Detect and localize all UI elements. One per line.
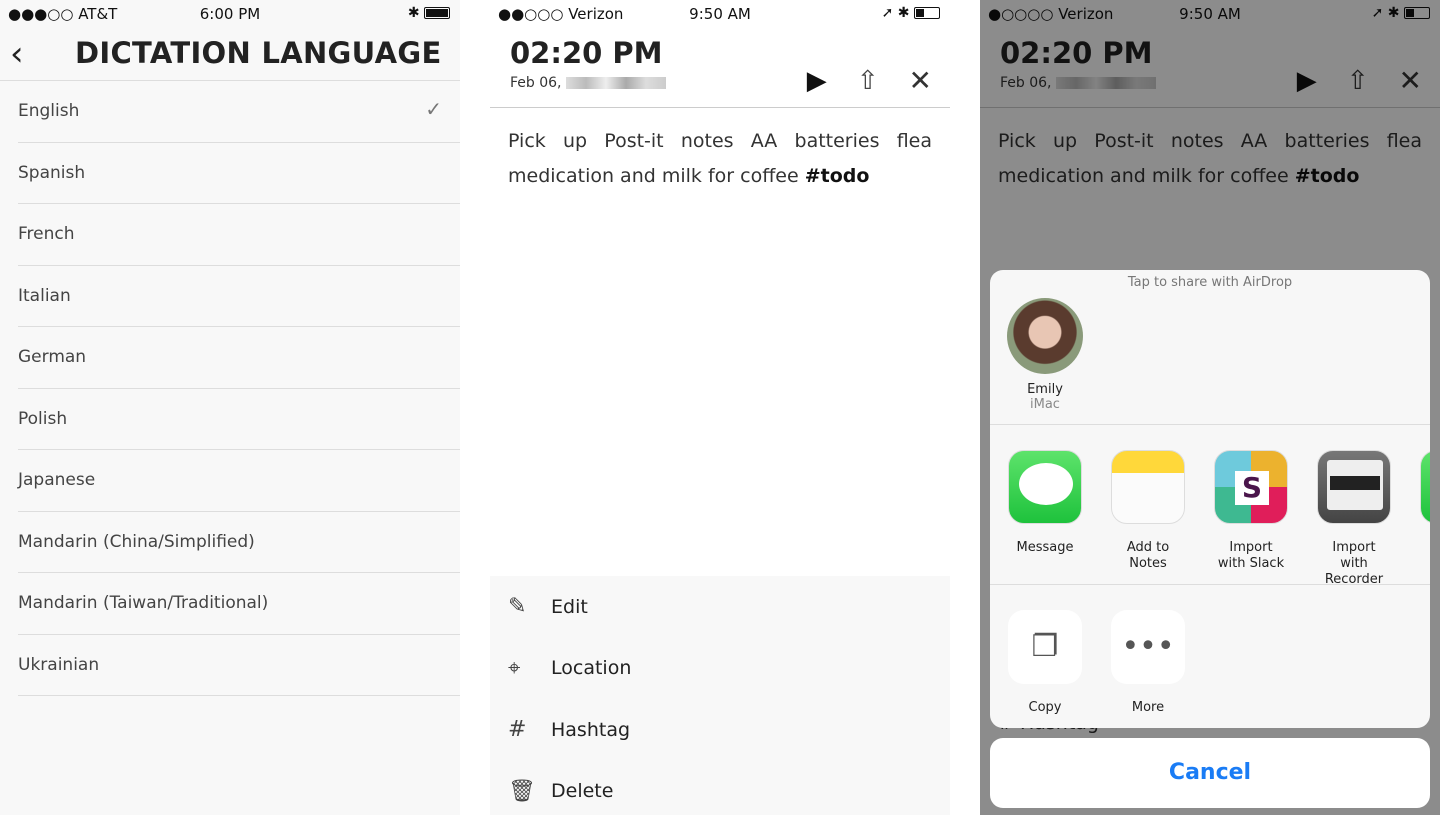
trash-icon: 🗑 (508, 778, 536, 804)
language-item[interactable]: Polish (18, 389, 460, 450)
action-label: More (1131, 700, 1165, 715)
action-menu: ✎ Edit ⌖ Location # Hashtag 🗑 Delete (490, 576, 950, 815)
menu-item-delete[interactable]: 🗑 Delete (490, 761, 950, 815)
share-app-1[interactable]: Add to Notes (1111, 450, 1185, 588)
language-label: Spanish (18, 162, 86, 183)
date-text: Feb 06, (510, 75, 562, 91)
menu-label: Location (551, 657, 632, 680)
cancel-button[interactable]: Cancel (990, 738, 1430, 808)
app-label: Message (1016, 540, 1074, 555)
language-label: Japanese (18, 470, 96, 490)
language-label: French (18, 224, 75, 244)
status-bar: ●●●○○ AT&T 6:00 PM ✱ (0, 0, 460, 28)
avatar (1007, 298, 1083, 374)
app-icon (1111, 450, 1185, 524)
menu-label: Edit (551, 595, 588, 618)
share-app-4[interactable]: Im… (1420, 450, 1430, 588)
note-text[interactable]: Pick up Post-it notes AA batteries flea … (490, 108, 950, 210)
language-label: German (18, 347, 87, 367)
status-bar: ●●○○○ Verizon 9:50 AM ➚ ✱ (490, 0, 950, 28)
language-label: Mandarin (China/Simplified) (18, 531, 255, 552)
page-title: DICTATION LANGUAGE (75, 36, 442, 70)
action-more[interactable]: ••• More (1111, 610, 1185, 716)
share-sheet-screen: ●○○○○ Verizon 9:50 AM ➚ ✱ 02:20 PM Feb 0… (980, 0, 1440, 815)
back-button[interactable]: ‹ (10, 34, 24, 74)
language-item[interactable]: Mandarin (Taiwan/Traditional) (18, 573, 460, 635)
app-label: Import with Recorder (1324, 540, 1384, 587)
pencil-icon: ✎ (508, 594, 527, 620)
language-label: Mandarin (Taiwan/Traditional) (18, 593, 269, 613)
app-icon (1317, 450, 1391, 524)
language-item[interactable]: Ukrainian (18, 635, 460, 696)
airdrop-person[interactable]: Emily iMac (1006, 298, 1084, 412)
share-app-2[interactable]: S Import with Slack (1214, 450, 1288, 588)
person-device: iMac (1030, 397, 1060, 412)
action-copy[interactable]: ❐ Copy (1008, 610, 1082, 716)
copy-icon: ❐ (1008, 610, 1082, 684)
app-icon (1420, 450, 1430, 524)
redacted-year (565, 77, 666, 89)
divider (990, 584, 1430, 585)
language-label: English (18, 101, 80, 121)
menu-item-edit[interactable]: ✎ Edit (490, 576, 950, 638)
note-time: 02:20 PM (510, 36, 663, 70)
note-detail-screen: ●●○○○ Verizon 9:50 AM ➚ ✱ 02:20 PM Feb 0… (490, 0, 950, 815)
note-header: 02:20 PM Feb 06, ▶ ⇧ ✕ (490, 28, 950, 108)
hashtag-icon: # (508, 717, 527, 743)
play-icon[interactable]: ▶ (807, 66, 827, 96)
dictation-language-screen: ●●●○○ AT&T 6:00 PM ✱ ‹ DICTATION LANGUAG… (0, 0, 460, 815)
battery-icon: ✱ (408, 5, 450, 21)
hashtag[interactable]: #todo (805, 165, 870, 187)
note-date: Feb 06, (510, 75, 666, 91)
menu-label: Delete (551, 780, 614, 803)
close-icon[interactable]: ✕ (909, 64, 932, 97)
language-label: Italian (18, 285, 71, 306)
app-icon: S (1214, 450, 1288, 524)
more-icon: ••• (1111, 610, 1185, 684)
language-item[interactable]: English ✓ (18, 81, 460, 143)
divider (990, 424, 1430, 425)
share-app-0[interactable]: Message (1008, 450, 1082, 588)
language-item[interactable]: Spanish (18, 143, 460, 204)
language-item[interactable]: German (18, 327, 460, 389)
menu-label: Hashtag (551, 718, 631, 741)
battery-icon: ➚ ✱ (882, 5, 940, 21)
clock: 6:00 PM (199, 5, 261, 23)
app-label: Import with Slack (1217, 540, 1285, 571)
menu-item-location[interactable]: ⌖ Location (490, 638, 950, 700)
airdrop-header: Tap to share with AirDrop (1127, 275, 1293, 290)
share-app-3[interactable]: Import with Recorder (1317, 450, 1391, 588)
language-label: Polish (18, 408, 68, 429)
checkmark-icon: ✓ (425, 97, 442, 121)
language-item[interactable]: French (18, 204, 460, 266)
app-label: Add to Notes (1126, 540, 1170, 571)
language-item[interactable]: Mandarin (China/Simplified) (18, 512, 460, 573)
language-item[interactable]: Italian (18, 266, 460, 327)
location-pin-icon: ⌖ (508, 655, 521, 681)
menu-item-hashtag[interactable]: # Hashtag (490, 699, 950, 761)
share-icon[interactable]: ⇧ (857, 66, 879, 96)
app-icon (1008, 450, 1082, 524)
language-label: Ukrainian (18, 654, 100, 675)
nav-bar: ‹ DICTATION LANGUAGE (0, 28, 460, 81)
share-sheet: Tap to share with AirDrop Emily iMac Mes… (990, 270, 1430, 728)
person-name: Emily (1027, 382, 1063, 397)
language-item[interactable]: Japanese (18, 450, 460, 512)
action-label: Copy (1028, 700, 1062, 715)
